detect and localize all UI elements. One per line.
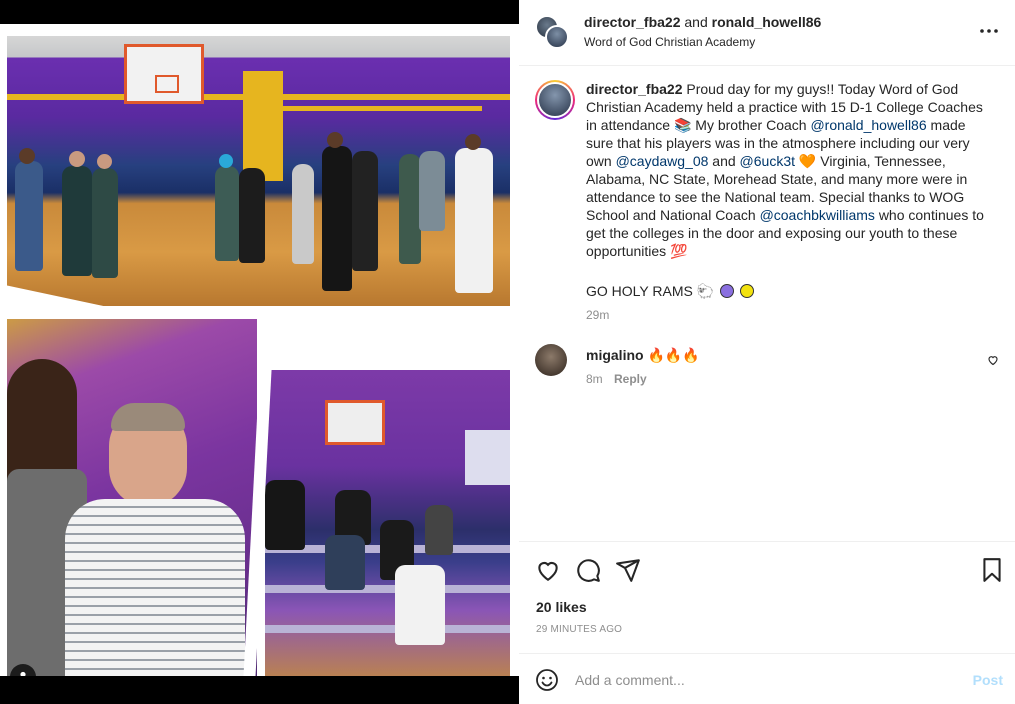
post-age: 29 MINUTES AGO [536, 624, 623, 635]
purple-circle-icon [720, 284, 735, 298]
location-link[interactable]: Word of God Christian Academy [584, 35, 755, 49]
emoji-smiley-icon[interactable] [535, 668, 559, 692]
comment-bubble-icon[interactable] [575, 557, 601, 583]
gym-practice-photo [7, 36, 510, 306]
coauthor-link[interactable]: ronald_howell86 [712, 14, 822, 30]
yellow-circle-icon [739, 284, 754, 298]
avatar[interactable] [535, 80, 575, 120]
post-image[interactable] [0, 24, 519, 676]
post-actions: 20 likes 29 MINUTES AGO [519, 541, 1015, 653]
comment-input[interactable] [575, 668, 945, 692]
avatar[interactable] [545, 25, 569, 49]
comment-body: 🔥🔥🔥 [647, 347, 700, 363]
save-bookmark-icon[interactable] [979, 557, 1005, 583]
mention-link[interactable]: @coachbkwilliams [760, 207, 875, 223]
share-paper-plane-icon[interactable] [615, 557, 641, 583]
caption-text: director_fba22 Proud day for my guys!! T… [586, 80, 986, 260]
reply-button[interactable]: Reply [614, 372, 647, 386]
comment-timestamp: 8m [586, 372, 603, 386]
post-comment-button[interactable]: Post [973, 672, 1003, 688]
more-horizontal-icon [980, 29, 998, 33]
post-details-panel: director_fba22 and ronald_howell86 Word … [519, 0, 1015, 704]
caption-body: and [712, 153, 736, 169]
caption-timestamp: 29m [586, 308, 610, 322]
bleachers-coaches-photo [265, 370, 510, 676]
like-comment-heart-icon[interactable] [987, 354, 999, 366]
and-text: and [684, 14, 708, 30]
add-comment-bar: Post [519, 653, 1015, 704]
more-options-button[interactable] [979, 18, 999, 39]
avatar[interactable] [535, 344, 567, 376]
collab-avatars[interactable] [535, 15, 569, 49]
like-heart-icon[interactable] [535, 557, 561, 583]
comment-meta: 8m Reply [586, 372, 647, 386]
author-link[interactable]: director_fba22 [584, 14, 680, 30]
post-authors: director_fba22 and ronald_howell86 [584, 14, 821, 30]
comment-username[interactable]: migalino [586, 347, 644, 363]
tagline-text: GO HOLY RAMS 🐑 [586, 283, 715, 299]
mention-link[interactable]: @ronald_howell86 [810, 117, 926, 133]
mention-link[interactable]: @caydawg_08 [616, 153, 709, 169]
selfie-photo [7, 319, 257, 676]
post-header: director_fba22 and ronald_howell86 Word … [519, 0, 1015, 66]
comment-text: migalino 🔥🔥🔥 [586, 347, 700, 364]
post-viewer: director_fba22 and ronald_howell86 Word … [0, 0, 1015, 704]
likes-count[interactable]: 20 likes [536, 599, 587, 615]
caption-tagline: GO HOLY RAMS 🐑 [586, 282, 754, 300]
caption-username[interactable]: director_fba22 [586, 81, 682, 97]
mention-link[interactable]: @6uck3t [740, 153, 795, 169]
